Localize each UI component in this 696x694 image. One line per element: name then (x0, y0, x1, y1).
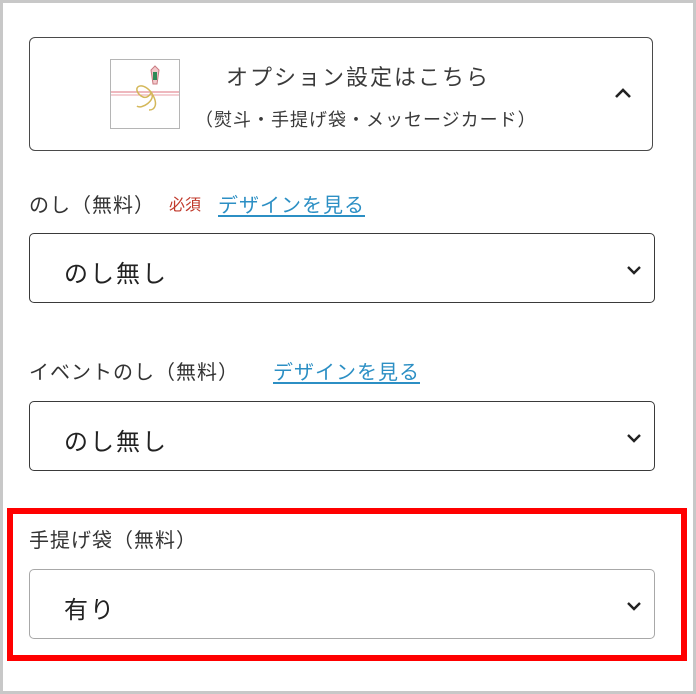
chevron-down-icon (627, 266, 641, 275)
chevron-up-icon[interactable] (612, 82, 634, 104)
required-badge: 必須 (169, 195, 202, 214)
noshi-select[interactable]: のし無し (29, 233, 655, 303)
noshi-design-link[interactable]: デザインを見る (218, 189, 365, 218)
event-noshi-select[interactable]: のし無し (29, 401, 655, 471)
event-noshi-select-value: のし無し (64, 428, 168, 456)
chevron-down-icon (627, 434, 641, 443)
options-subtitle: （熨斗・手提げ袋・メッセージカード） (195, 110, 537, 131)
highlight-box (7, 508, 687, 661)
noshi-label: のし（無料） (29, 193, 155, 217)
event-noshi-design-link[interactable]: デザインを見る (273, 356, 420, 385)
options-accordion-header[interactable]: オプション設定はこちら （熨斗・手提げ袋・メッセージカード） (29, 37, 653, 151)
event-noshi-label: イベントのし（無料） (29, 360, 239, 384)
noshi-select-value: のし無し (64, 260, 168, 288)
options-title: オプション設定はこちら (226, 66, 491, 91)
noshi-thumbnail (110, 59, 180, 129)
